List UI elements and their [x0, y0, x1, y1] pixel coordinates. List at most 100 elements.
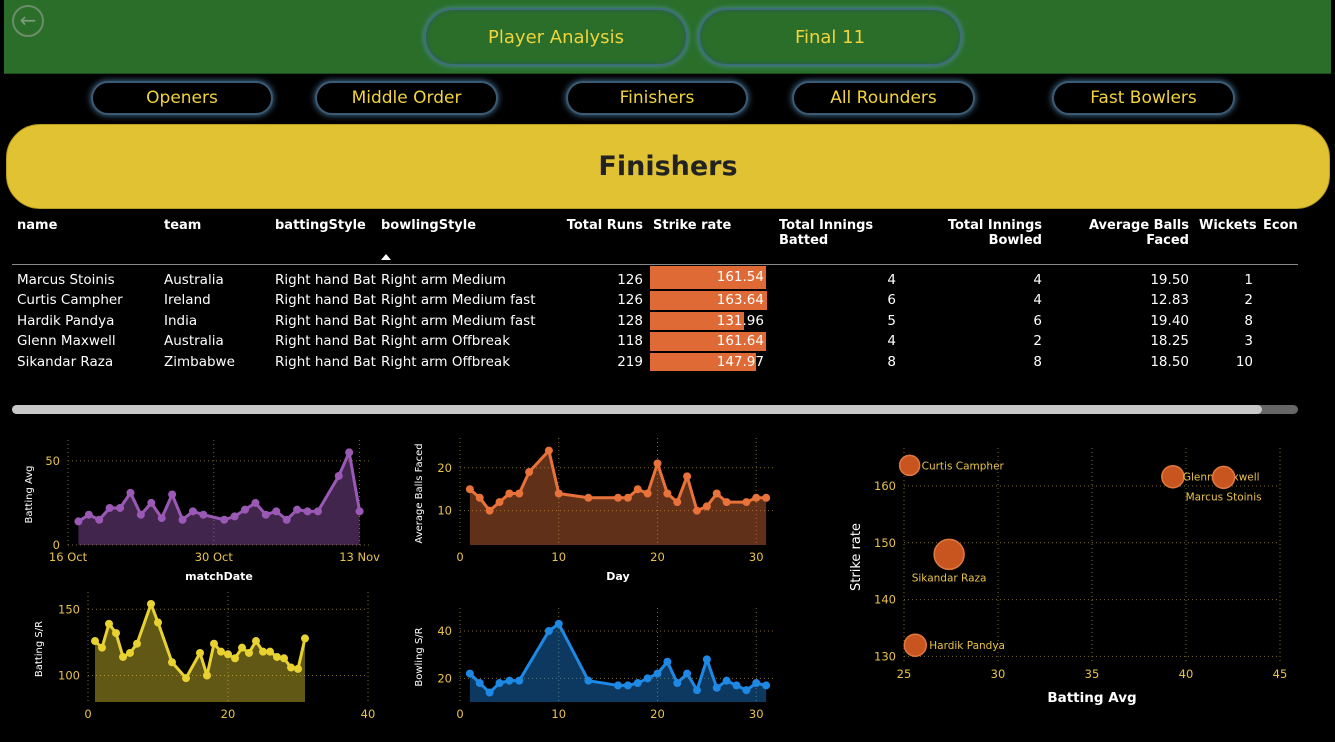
col-header-avg-balls-faced[interactable]: Average Balls Faced	[1047, 216, 1194, 265]
data-point	[505, 489, 514, 498]
data-point	[105, 619, 113, 628]
cell-bowling-style: Right arm Medium	[381, 272, 506, 289]
strike-rate-value: 161.64	[716, 333, 764, 350]
y-axis-title: Bowling S/R	[414, 627, 425, 686]
col-header-bowling-style[interactable]: bowlingStyle	[376, 216, 544, 265]
data-point	[752, 493, 761, 502]
col-header-team[interactable]: team	[159, 216, 270, 265]
y-tick-label: 150	[58, 602, 80, 616]
data-point	[673, 679, 682, 688]
cell-innings-batted: 8	[887, 353, 896, 370]
cell-name: Glenn Maxwell	[17, 333, 116, 350]
strike-rate-vs-batting-avg-chart: 25 30 35 40 45 130 140 150 160 Strike rate Batting…	[849, 448, 1287, 706]
data-point	[294, 664, 302, 673]
data-point	[168, 490, 177, 499]
nav-finishers[interactable]: Finishers	[566, 81, 748, 115]
x-tick-label: 0	[456, 550, 463, 564]
point-label: Sikandar Raza	[912, 572, 987, 584]
cell-innings-batted: 4	[887, 272, 896, 289]
data-point	[515, 489, 524, 498]
x-tick-label: 0	[84, 707, 91, 721]
data-point	[683, 472, 692, 481]
data-point	[217, 647, 225, 656]
x-tick-label: 30	[749, 707, 764, 721]
x-tick-label: 35	[1085, 667, 1100, 681]
data-point	[126, 488, 135, 497]
section-banner: Finishers	[6, 124, 1330, 209]
point-label: Marcus Stoinis	[1186, 491, 1262, 503]
data-point	[762, 493, 771, 502]
scrollbar-thumb[interactable]	[12, 405, 1262, 414]
cell-team: India	[164, 312, 198, 329]
nav-middle-order[interactable]: Middle Order	[315, 81, 498, 115]
data-point	[133, 639, 141, 648]
data-point	[495, 679, 504, 688]
batting-sr-chart: 0 20 40 100 150 Batting S/R	[34, 592, 375, 721]
back-arrow-icon[interactable]: ←	[12, 5, 44, 37]
col-header-innings-batted[interactable]: Total Innings Batted	[774, 216, 901, 265]
sort-ascending-icon	[381, 254, 391, 260]
col-header-wickets[interactable]: Wickets	[1194, 216, 1258, 265]
scatter-point	[898, 454, 921, 477]
cell-name: Marcus Stoinis	[17, 272, 115, 289]
table-row[interactable]: Sikandar Raza Zimbabwe Right hand Bat Right…	[12, 352, 1298, 373]
col-header-innings-bowled[interactable]: Total Innings Bowled	[901, 216, 1047, 265]
nav-openers[interactable]: Openers	[91, 81, 273, 115]
cell-batting-style: Right hand Bat	[275, 333, 376, 350]
x-tick-label: 40	[1179, 667, 1194, 681]
strike-rate-value: 147.97	[716, 353, 764, 370]
data-point	[230, 512, 239, 521]
table-row[interactable]: Curtis Campher Ireland Right hand Bat Right…	[12, 290, 1298, 311]
x-tick-label: 10	[551, 550, 566, 564]
data-point	[554, 489, 563, 498]
area-fill	[469, 623, 767, 702]
cell-name: Sikandar Raza	[17, 353, 114, 370]
col-header-strike-rate[interactable]: Strike rate	[648, 216, 774, 265]
cell-avg-balls-faced: 12.83	[1150, 292, 1189, 309]
col-header-econ[interactable]: Econ	[1258, 216, 1298, 265]
horizontal-scrollbar[interactable]	[12, 405, 1298, 414]
data-point	[712, 683, 721, 692]
data-point	[98, 643, 106, 652]
table-row[interactable]: Marcus Stoinis Australia Right hand Bat Rig…	[12, 264, 1298, 290]
tab-final-11[interactable]: Final 11	[698, 8, 962, 66]
tab-player-analysis[interactable]: Player Analysis	[424, 8, 688, 66]
y-tick-label: 10	[437, 504, 452, 518]
cell-innings-bowled: 2	[1033, 333, 1042, 350]
x-tick-label: 0	[456, 707, 463, 721]
data-point	[136, 510, 145, 519]
table-row[interactable]: Glenn Maxwell Australia Right hand Bat Righ…	[12, 331, 1298, 352]
cell-bowling-style: Right arm Medium fast	[381, 312, 536, 329]
cell-innings-batted: 6	[887, 292, 896, 309]
y-axis-title: Strike rate	[849, 523, 864, 591]
data-point	[272, 507, 281, 516]
nav-all-rounders[interactable]: All Rounders	[792, 81, 975, 115]
cell-wickets: 2	[1244, 292, 1253, 309]
cell-avg-balls-faced: 19.40	[1150, 312, 1189, 329]
col-header-batting-style[interactable]: battingStyle	[270, 216, 376, 265]
data-point	[544, 446, 553, 455]
data-point	[475, 679, 484, 688]
cell-innings-batted: 4	[887, 333, 896, 350]
data-point	[623, 681, 632, 690]
col-header-total-runs[interactable]: Total Runs	[544, 216, 648, 265]
cell-name: Curtis Campher	[17, 292, 123, 309]
data-point	[475, 493, 484, 502]
data-point	[126, 648, 134, 657]
data-point	[182, 674, 190, 683]
x-tick-label: 25	[897, 667, 912, 681]
table-row[interactable]: Hardik Pandya India Right hand Bat Right ar…	[12, 311, 1298, 332]
data-point	[505, 676, 514, 685]
data-point	[241, 505, 250, 514]
data-point	[154, 618, 162, 627]
cell-avg-balls-faced: 18.25	[1150, 333, 1189, 350]
cell-innings-bowled: 8	[1033, 353, 1042, 370]
data-point	[259, 647, 267, 656]
data-point	[614, 493, 622, 502]
col-header-name[interactable]: name	[12, 216, 159, 265]
y-tick-label: 100	[58, 669, 80, 683]
top-bar: ← Player Analysis Final 11	[4, 0, 1331, 74]
x-tick-label: 30	[991, 667, 1006, 681]
data-point	[702, 502, 711, 511]
nav-fast-bowlers[interactable]: Fast Bowlers	[1052, 81, 1235, 115]
